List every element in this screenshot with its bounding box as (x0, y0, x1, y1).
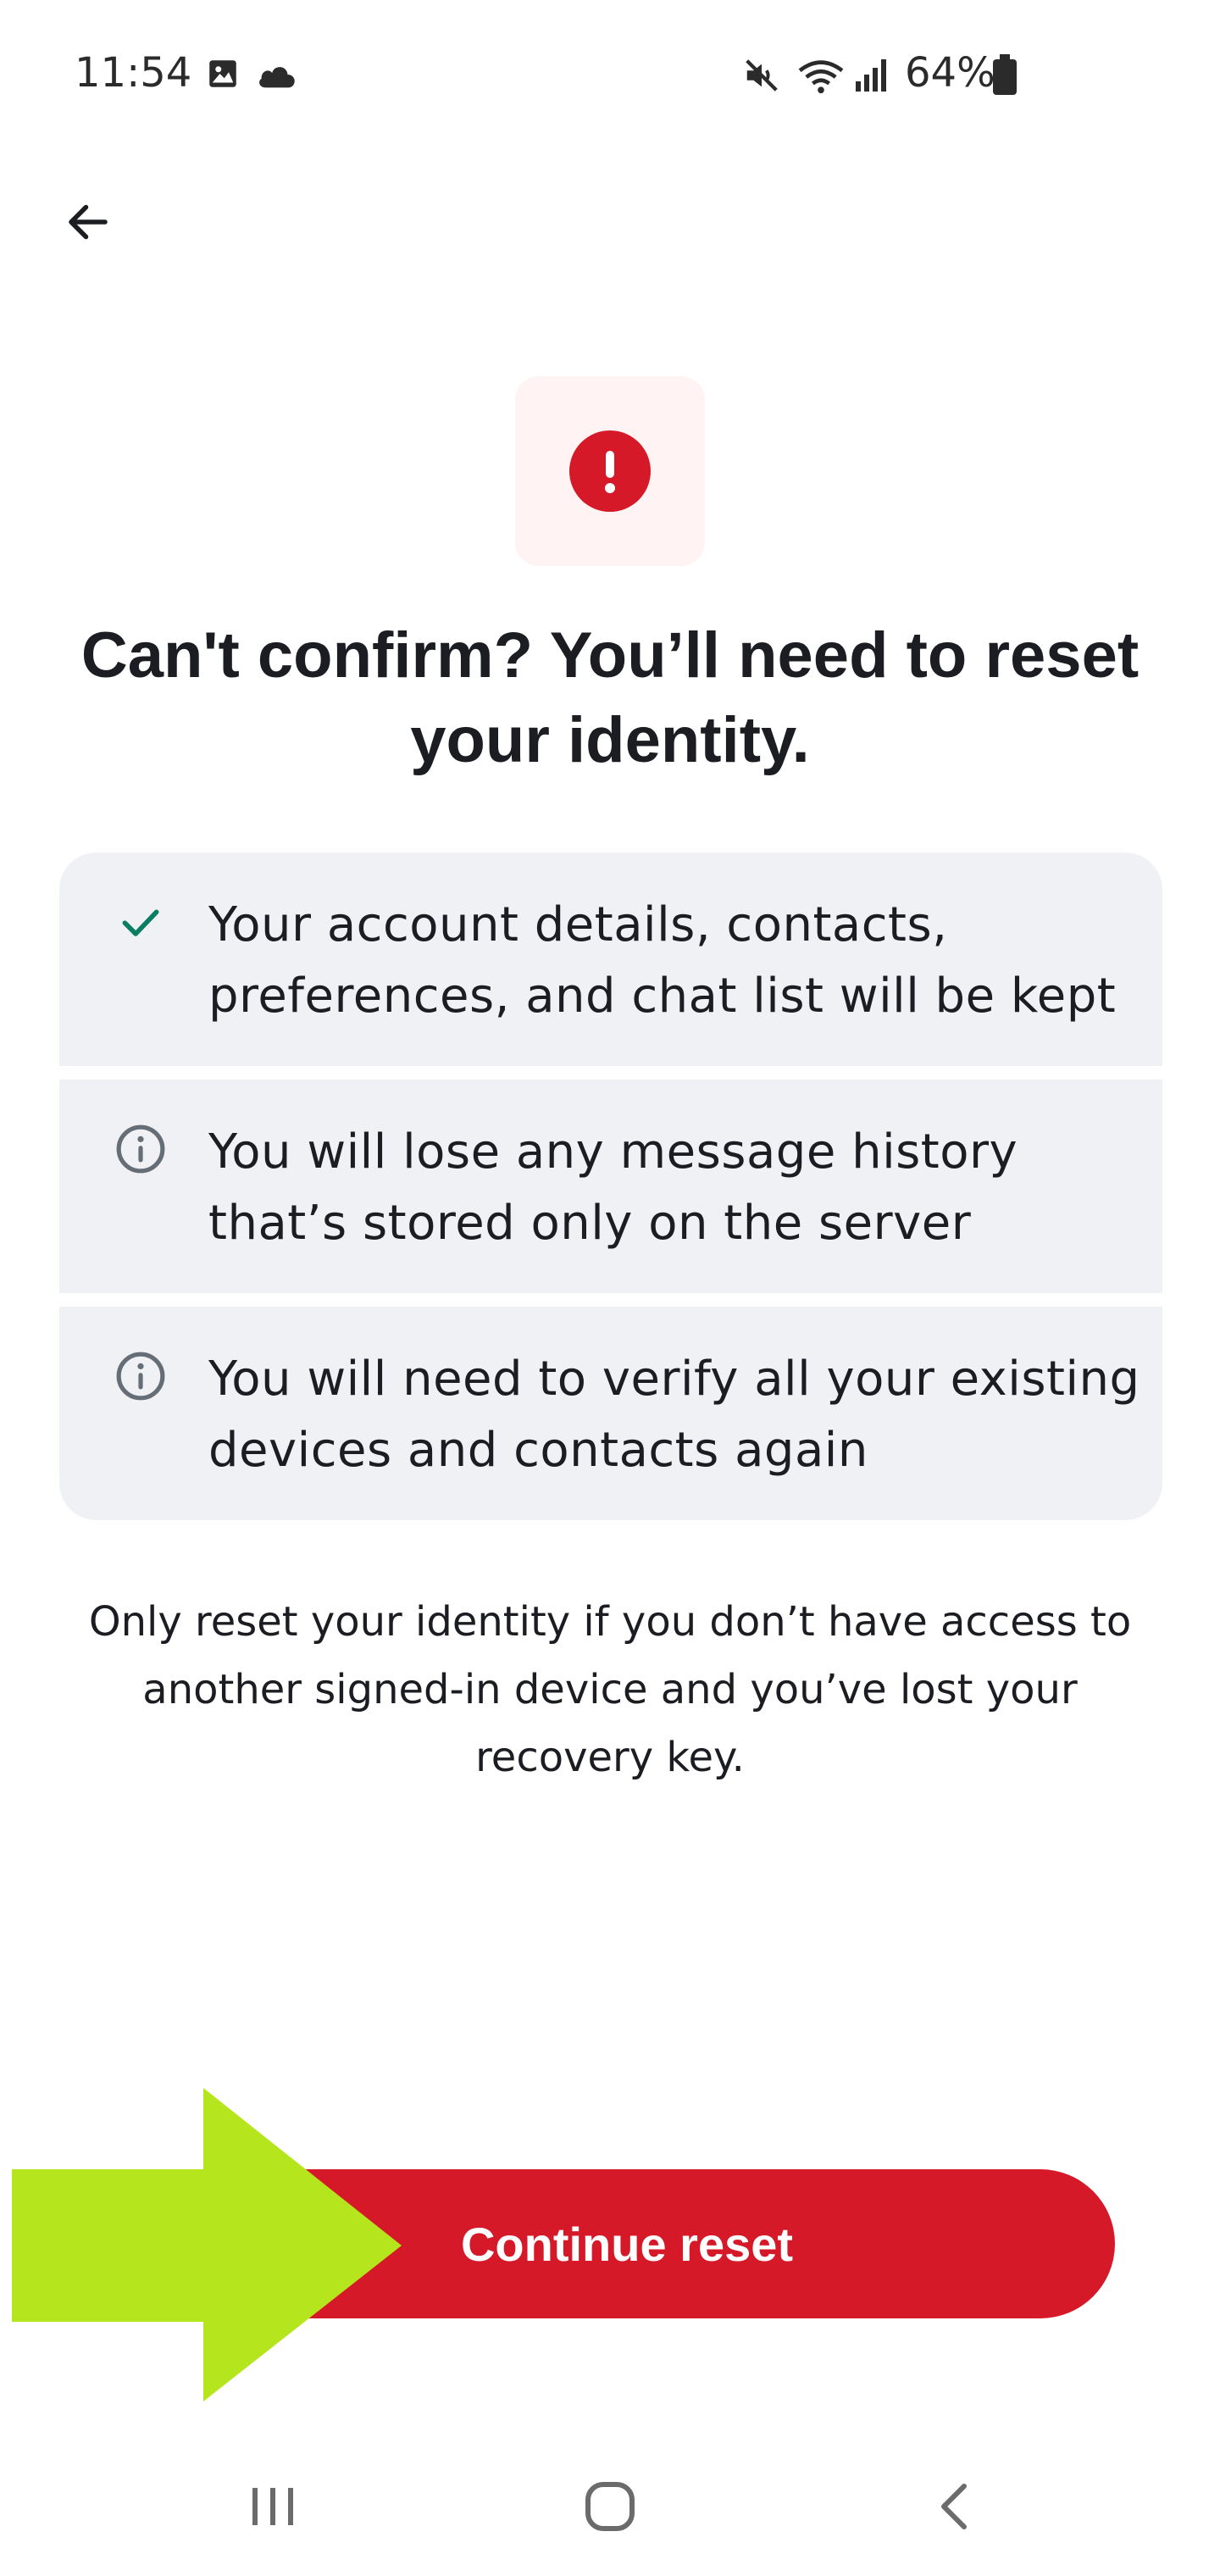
navigation-bar (0, 2440, 1220, 2576)
cloud-icon (256, 59, 298, 94)
list-item-line: You will lose any message history (208, 1124, 1018, 1180)
list-item-line: preferences, and chat list will be kept (208, 969, 1117, 1024)
reset-note-line: recovery key. (475, 1734, 745, 1781)
list-item-text: You will lose any message history that’s… (208, 1117, 1140, 1259)
list-item-text: You will need to verify all your existin… (208, 1344, 1140, 1486)
back-chevron-icon (932, 2481, 976, 2536)
list-item-line: Your account details, contacts, (208, 897, 948, 952)
recent-apps-button[interactable] (222, 2457, 324, 2559)
recent-apps-icon (247, 2483, 298, 2534)
battery-icon (993, 54, 1017, 99)
alert-badge (515, 376, 705, 566)
continue-reset-label: Continue reset (460, 2217, 794, 2271)
list-item-kept: Your account details, contacts, preferen… (59, 852, 1162, 1066)
list-item-verify-again: You will need to verify all your existin… (59, 1307, 1162, 1520)
status-bar: 11:54 64% (0, 0, 1220, 153)
exclamation-icon (569, 430, 651, 512)
page-title-line-2: your identity. (410, 704, 810, 776)
page-title: Can't confirm? You’ll need to reset your… (68, 613, 1152, 783)
reset-note-line: Only reset your identity if you don’t ha… (88, 1598, 1132, 1646)
list-item-text: Your account details, contacts, preferen… (208, 890, 1140, 1032)
annotation-arrow-icon (12, 2088, 402, 2401)
list-item-line: You will need to verify all your existin… (208, 1352, 1140, 1407)
list-item-lose-history: You will lose any message history that’s… (59, 1080, 1162, 1293)
mute-icon (742, 56, 781, 99)
info-icon (114, 1349, 168, 1403)
status-time: 11:54 (75, 49, 192, 97)
back-button[interactable] (47, 183, 129, 264)
check-icon (114, 895, 168, 949)
list-item-line: devices and contacts again (208, 1423, 868, 1478)
reset-note: Only reset your identity if you don’t ha… (68, 1588, 1152, 1791)
system-back-button[interactable] (903, 2457, 1005, 2559)
wifi-icon (796, 56, 846, 99)
page-title-line-1: Can't confirm? You’ll need to reset (80, 619, 1140, 691)
image-icon (205, 56, 241, 96)
signal-icon (854, 56, 891, 97)
home-icon (583, 2479, 637, 2538)
info-icon (114, 1122, 168, 1176)
reset-note-line: another signed-in device and you’ve lost… (142, 1666, 1078, 1713)
home-button[interactable] (559, 2457, 661, 2559)
arrow-left-icon (63, 197, 114, 252)
consequences-list: Your account details, contacts, preferen… (59, 852, 1162, 1520)
battery-percentage: 64% (905, 49, 995, 97)
list-item-line: that’s stored only on the server (208, 1196, 972, 1251)
